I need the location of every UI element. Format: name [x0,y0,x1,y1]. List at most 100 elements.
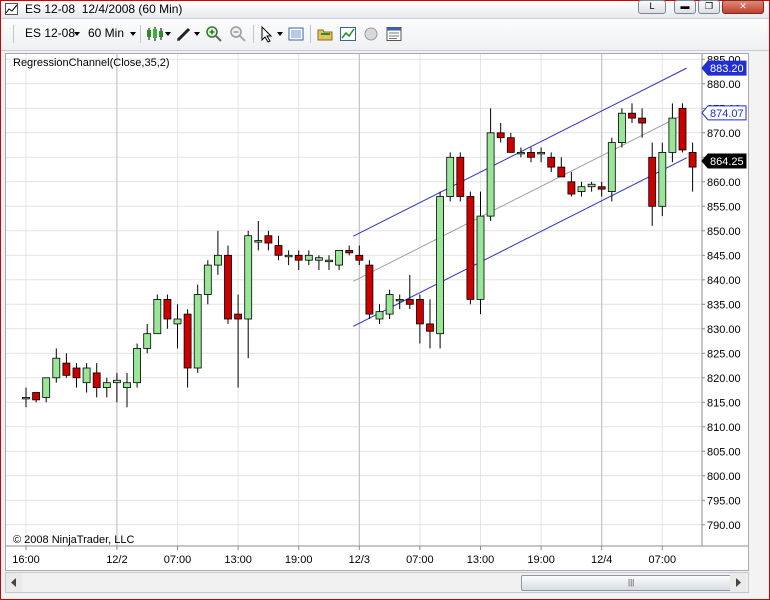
cursor-icon[interactable] [259,25,277,43]
arrow-right-icon [736,578,741,587]
candle-body [102,382,111,389]
candle-body [516,152,525,155]
toolbar-separator [310,25,311,43]
help-button[interactable]: L [638,0,666,14]
candle-body [405,298,414,305]
candle-body [436,196,445,335]
candlestick-style-icon[interactable] [146,25,164,43]
candle-body [426,323,434,332]
candle-body [224,254,232,320]
candle-body [547,156,556,168]
candle-body [304,254,313,261]
interval-dropdown-icon[interactable] [130,32,136,36]
horizontal-scrollbar[interactable]: ||| [5,572,749,593]
chart-toolbar: ES 12-08 60 Min [1,19,769,51]
candle-body [183,313,192,369]
candle-body [113,379,121,384]
interval-selector[interactable]: 60 Min [88,26,124,40]
folder-icon[interactable] [316,25,334,43]
data-box-icon[interactable] [287,25,305,43]
candle-body [153,298,162,335]
close-button[interactable]: ✕ [722,0,764,14]
y-tick-label: 810.00 [707,422,741,434]
candle-body [274,245,283,256]
candle-body [234,313,243,320]
candle-body [506,137,515,153]
cursor-dropdown-icon[interactable] [277,32,283,36]
window-title: ES 12-08 12/4/2008 (60 Min) [25,2,183,16]
y-tick-label: 825.00 [707,348,741,360]
indicator-icon[interactable] [339,25,357,43]
candlestick-chart[interactable]: 885.00880.00875.00870.00865.00860.00855.… [6,54,748,570]
candle-body [284,254,293,258]
price-badge-label: 864.25 [710,156,744,168]
y-tick-label: 835.00 [707,299,741,311]
candle-body [628,112,636,119]
candle-body [335,249,344,266]
instrument-selector[interactable]: ES 12-08 [25,26,75,40]
candle-body [476,215,485,300]
instrument-dropdown-icon[interactable] [74,32,80,36]
candle-body [486,132,495,217]
drawing-tools-dropdown-icon[interactable] [194,32,200,36]
chart-style-dropdown-icon[interactable] [165,32,171,36]
strategy-icon[interactable] [362,25,380,43]
candle-body [52,357,61,379]
candle-body [557,166,566,178]
scroll-right-button[interactable] [730,573,746,592]
price-chart-panel[interactable]: 885.00880.00875.00870.00865.00860.00855.… [5,53,749,571]
candle-body [668,117,677,153]
y-tick-label: 880.00 [707,79,741,91]
draw-pencil-icon[interactable] [175,25,193,43]
scrollbar-thumb[interactable]: ||| [521,575,743,591]
candle-body [264,235,273,244]
candle-body [355,254,364,261]
candle-body [42,377,51,398]
candle-body [415,298,424,325]
candle-body [62,362,71,376]
arrow-left-icon [11,578,16,587]
toolbar-separator [253,25,254,43]
candle-body [213,254,222,266]
scroll-left-button[interactable] [6,573,22,592]
x-tick-label: 07:00 [164,554,192,566]
y-tick-label: 795.00 [707,495,741,507]
candle-body [618,112,626,144]
y-tick-label: 830.00 [707,324,741,336]
candle-body [193,294,202,369]
candle-body [658,152,667,207]
candle-body [294,254,303,261]
candle-body [314,257,323,261]
y-tick-label: 870.00 [707,128,741,140]
price-badge-label: 883.20 [710,63,744,75]
x-tick-label: 19:00 [285,554,313,566]
minimize-button[interactable]: ▬ [674,0,696,14]
grip-icon: ||| [628,578,635,587]
candle-body [496,132,505,139]
candle-body [688,152,697,168]
properties-icon[interactable] [385,25,403,43]
candle-body [133,347,141,384]
y-tick-label: 860.00 [707,177,741,189]
candle-body [597,186,606,190]
candle-body [365,264,374,315]
candle-body [32,392,41,401]
candle-body [375,311,384,320]
candle-body [173,318,182,325]
candle-body [163,298,172,320]
candle-body [82,367,91,384]
indicator-label[interactable]: RegressionChannel(Close,35,2) [13,57,170,69]
candle-body [72,367,81,379]
title-bar: ES 12-08 12/4/2008 (60 Min) L ▬ ❐ ✕ [1,0,769,19]
candle-body [254,240,263,243]
chart-window: ES 12-08 12/4/2008 (60 Min) L ▬ ❐ ✕ ES 1… [0,0,770,600]
y-tick-label: 805.00 [707,446,741,458]
zoom-in-icon[interactable] [205,25,223,43]
copyright-label: © 2008 NinjaTrader, LLC [13,534,135,546]
restore-icon: ❐ [704,1,714,11]
y-tick-label: 840.00 [707,275,741,287]
maximize-button[interactable]: ❐ [698,0,720,14]
y-tick-label: 855.00 [707,201,741,213]
candle-body [123,382,131,389]
zoom-out-icon[interactable] [229,25,247,43]
